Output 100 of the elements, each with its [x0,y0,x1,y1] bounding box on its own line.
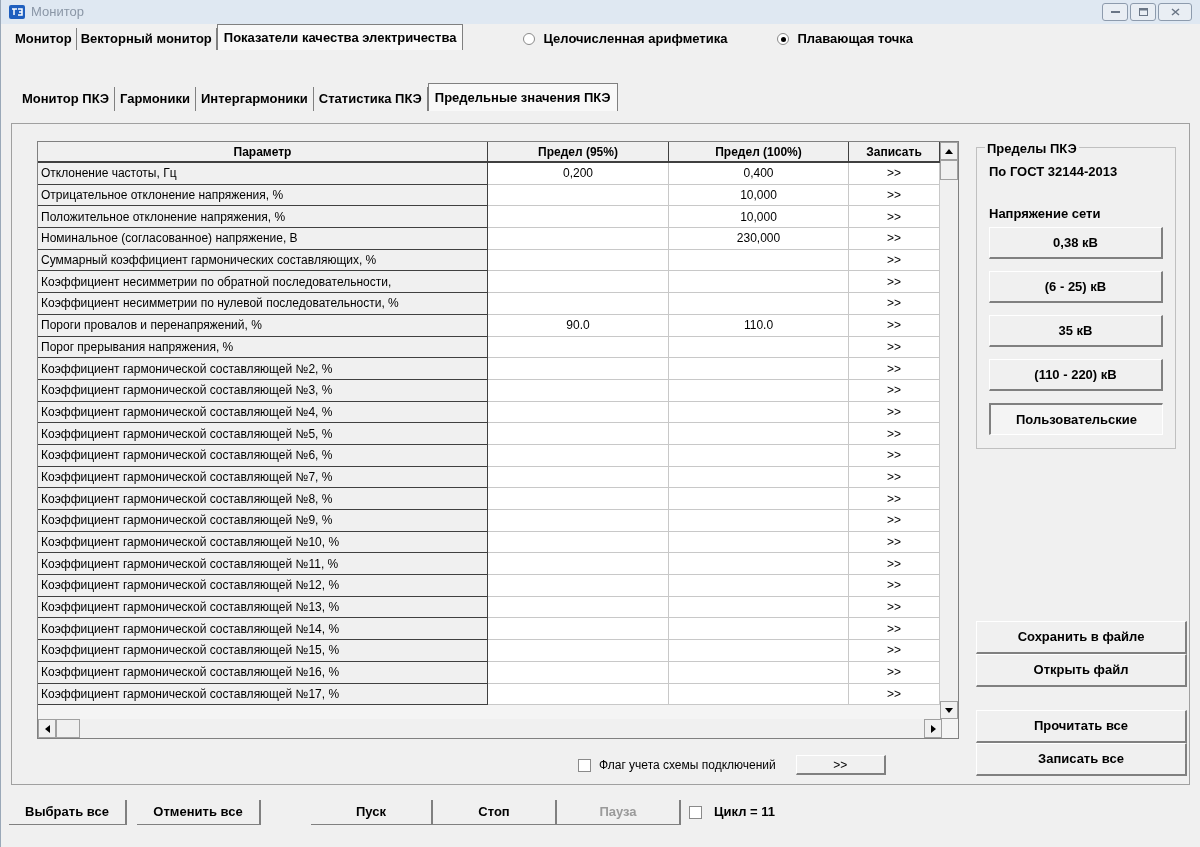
table-cell: Коэффициент гармонической составляющей №6, % [38,444,488,467]
tab[interactable]: Монитор [11,28,77,50]
radio-label: Плавающая точка [797,30,914,49]
radio-label: Целочисленная арифметика [543,30,728,49]
write-link[interactable]: >> [849,640,940,662]
write-link[interactable]: >> [849,184,940,207]
column-header[interactable]: Параметр [38,142,488,163]
write-link[interactable]: >> [849,531,940,554]
write-link[interactable]: >> [849,228,940,250]
table-cell: 10,000 [669,206,849,229]
scroll-down-button[interactable] [940,701,958,720]
table-cell: Номинальное (согласованное) напряжение, В [38,228,488,250]
standard-label: По ГОСТ 32144-2013 [989,163,1119,181]
checkbox[interactable] [578,758,591,772]
scroll-up-button[interactable] [940,142,958,160]
radio-button[interactable] [523,33,536,45]
scroll-thumb[interactable] [940,160,958,180]
write-link[interactable]: >> [849,249,940,272]
tab[interactable]: Гармоники [115,87,196,111]
close-button[interactable] [1158,3,1192,21]
write-link[interactable]: >> [849,423,940,445]
write-button[interactable]: >> [795,755,886,775]
voltage-button[interactable]: Пользовательские [989,403,1163,435]
table-cell: Коэффициент гармонической составляющей №8, % [38,488,488,510]
device-button[interactable]: Прочитать все [976,710,1187,743]
table-cell: Коэффициент гармонической составляющей №15, % [38,640,488,662]
write-link[interactable]: >> [849,336,940,359]
table-cell: Суммарный коэффициент гармонических составляющих, % [38,249,488,272]
write-link[interactable]: >> [849,553,940,576]
write-link[interactable]: >> [849,358,940,380]
write-link[interactable]: >> [849,575,940,597]
table-cell: Коэффициент гармонической составляющей №12, % [38,575,488,597]
tab[interactable]: Монитор ПКЭ [17,87,115,111]
write-link[interactable]: >> [849,596,940,619]
scroll-right-button[interactable] [924,719,942,738]
table-cell: Коэффициент несимметрии по обратной последовательности, [38,271,488,294]
maximize-icon [1138,8,1148,16]
write-link[interactable]: >> [849,683,940,706]
file-button[interactable]: Сохранить в файле [976,621,1187,654]
write-link[interactable]: >> [849,163,940,185]
voltage-button[interactable]: 35 кВ [989,315,1163,347]
write-link[interactable]: >> [849,661,940,684]
write-link[interactable]: >> [849,293,940,315]
tab[interactable]: Векторный монитор [76,28,217,50]
write-link[interactable]: >> [849,510,940,532]
tab[interactable]: Показатели качества электричества [216,24,464,50]
minimize-icon [1110,10,1120,14]
right-arrow-icon [930,724,936,733]
table-cell: Положительное отклонение напряжения, % [38,206,488,229]
scroll-thumb[interactable] [56,719,80,738]
tab[interactable]: Интергармоники [195,87,314,111]
table-cell: Коэффициент гармонической составляющей №2, % [38,358,488,380]
table-cell: Порог прерывания напряжения, % [38,336,488,359]
table-cell: 110.0 [669,314,849,337]
tab[interactable]: Предельные значения ПКЭ [427,83,618,111]
column-header[interactable]: Записать [849,142,940,163]
voltage-button[interactable]: (110 - 220) кВ [989,359,1163,391]
toolbar-button[interactable]: Стоп [433,799,557,825]
table-cell: Коэффициент гармонической составляющей №10, % [38,531,488,554]
table-cell: Коэффициент гармонической составляющей №7, % [38,466,488,489]
write-link[interactable]: >> [849,618,940,641]
down-arrow-icon [945,707,953,713]
column-header[interactable]: Предел (100%) [669,142,849,163]
write-link[interactable]: >> [849,206,940,229]
table-cell: Коэффициент гармонической составляющей №4, % [38,401,488,424]
column-header[interactable]: Предел (95%) [488,142,669,163]
file-button[interactable]: Открыть файл [976,654,1187,687]
device-button[interactable]: Записать все [976,743,1187,776]
checkbox[interactable] [689,805,702,819]
table-cell: Коэффициент гармонической составляющей №3, % [38,379,488,402]
write-link[interactable]: >> [849,271,940,294]
write-link[interactable]: >> [849,401,940,424]
write-link[interactable]: >> [849,314,940,337]
toolbar-button[interactable]: Отменить все [137,799,261,825]
horizontal-scrollbar[interactable] [38,719,942,738]
table-cell: Отклонение частоты, Гц [38,163,488,185]
write-link[interactable]: >> [849,444,940,467]
tab[interactable]: Статистика ПКЭ [313,87,428,111]
write-link[interactable]: >> [849,488,940,510]
table-cell: Коэффициент гармонической составляющей №14, % [38,618,488,641]
radio-button[interactable] [777,33,790,45]
write-link[interactable]: >> [849,466,940,489]
table-cell: Коэффициент гармонической составляющей №13, % [38,596,488,619]
table-cell: 90.0 [488,314,669,337]
voltage-label: Напряжение сети [989,204,1102,223]
minimize-button[interactable] [1102,3,1128,21]
table-cell: Пороги провалов и перенапряжений, % [38,314,488,337]
table-cell: Коэффициент гармонической составляющей №9, % [38,510,488,532]
vertical-scrollbar[interactable] [940,142,958,720]
maximize-button[interactable] [1130,3,1156,21]
checkbox-label: Флаг учета схемы подключений [599,757,776,774]
left-arrow-icon [44,724,50,733]
write-link[interactable]: >> [849,379,940,402]
scroll-left-button[interactable] [38,719,56,738]
table-cell: Коэффициент гармонической составляющей №11, % [38,553,488,576]
voltage-button[interactable]: 0,38 кВ [989,227,1163,259]
table-cell: 10,000 [669,184,849,207]
toolbar-button[interactable]: Выбрать все [9,799,127,825]
voltage-button[interactable]: (6 - 25) кВ [989,271,1163,303]
toolbar-button[interactable]: Пуск [311,799,433,825]
